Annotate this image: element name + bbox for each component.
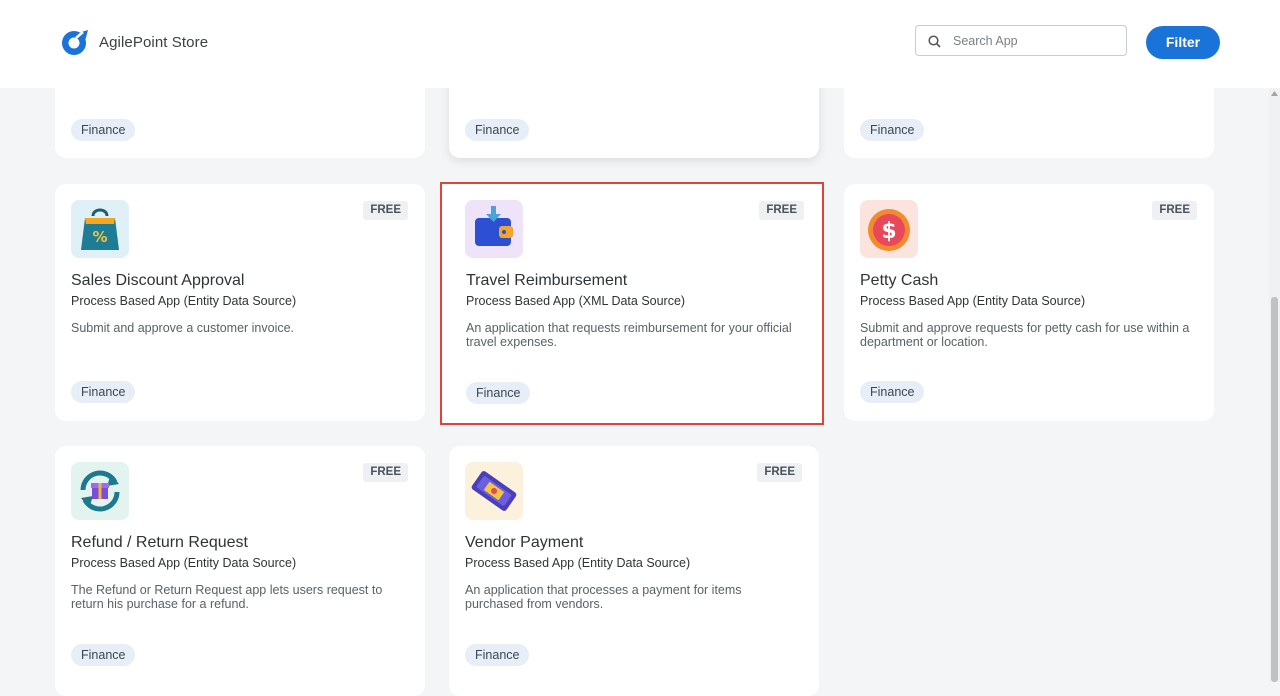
category-tag[interactable]: Finance bbox=[860, 381, 925, 403]
category-tag[interactable]: Finance bbox=[466, 382, 531, 404]
price-badge: FREE bbox=[363, 201, 408, 220]
app-card-sales-discount-approval[interactable]: % FREE Sales Discount Approval Process B… bbox=[55, 184, 425, 421]
price-badge: FREE bbox=[759, 201, 804, 220]
category-tag[interactable]: Finance bbox=[465, 119, 530, 141]
price-badge: FREE bbox=[363, 463, 408, 482]
scroll-up-arrow-icon[interactable] bbox=[1271, 90, 1278, 96]
wallet-arrow-icon bbox=[475, 206, 513, 246]
price-badge: FREE bbox=[757, 463, 802, 482]
app-title[interactable]: Travel Reimbursement bbox=[466, 272, 627, 290]
category-tag[interactable]: Finance bbox=[465, 644, 530, 666]
category-tag[interactable]: Finance bbox=[71, 644, 136, 666]
app-description: An application that processes a payment … bbox=[465, 583, 742, 611]
svg-text:$: $ bbox=[881, 219, 896, 244]
app-description: The Refund or Return Request app lets us… bbox=[71, 583, 383, 611]
gift-refresh-icon bbox=[80, 470, 120, 512]
app-icon: $ bbox=[860, 200, 918, 258]
category-tag[interactable]: Finance bbox=[71, 119, 136, 141]
app-icon bbox=[465, 200, 523, 258]
app-type: Process Based App (Entity Data Source) bbox=[465, 556, 691, 570]
app-description: An application that requests reimburseme… bbox=[466, 321, 792, 349]
app-type: Process Based App (XML Data Source) bbox=[466, 294, 686, 308]
category-tag[interactable]: Finance bbox=[860, 119, 925, 141]
app-title[interactable]: Refund / Return Request bbox=[71, 534, 248, 552]
app-description: Submit and approve a customer invoice. bbox=[71, 321, 295, 335]
search-icon bbox=[928, 35, 941, 48]
shopping-bag-percent-icon: % bbox=[81, 208, 119, 250]
app-icon: % bbox=[71, 200, 129, 258]
filter-button[interactable]: Filter bbox=[1146, 26, 1220, 59]
app-type: Process Based App (Entity Data Source) bbox=[71, 294, 297, 308]
dollar-coin-icon: $ bbox=[868, 209, 910, 251]
app-title[interactable]: Petty Cash bbox=[860, 272, 938, 290]
app-header: AgilePoint Store Filter bbox=[0, 0, 1280, 88]
brand-name[interactable]: AgilePoint Store bbox=[99, 34, 208, 51]
app-title[interactable]: Sales Discount Approval bbox=[71, 272, 244, 290]
app-icon bbox=[71, 462, 129, 520]
app-card-vendor-payment[interactable]: FREE Vendor Payment Process Based App (E… bbox=[449, 446, 819, 696]
cash-bills-icon bbox=[471, 471, 517, 511]
search-box[interactable] bbox=[915, 25, 1127, 56]
app-title[interactable]: Vendor Payment bbox=[465, 534, 583, 552]
search-input[interactable] bbox=[953, 30, 1118, 52]
agilepoint-logo-icon[interactable] bbox=[61, 29, 90, 56]
svg-text:%: % bbox=[92, 228, 107, 246]
app-type: Process Based App (Entity Data Source) bbox=[860, 294, 1086, 308]
scrollbar-thumb[interactable] bbox=[1271, 297, 1278, 682]
app-card-travel-reimbursement[interactable]: FREE Travel Reimbursement Process Based … bbox=[440, 182, 824, 425]
app-card-refund-return-request[interactable]: FREE Refund / Return Request Process Bas… bbox=[55, 446, 425, 696]
app-type: Process Based App (Entity Data Source) bbox=[71, 556, 297, 570]
price-badge: FREE bbox=[1152, 201, 1197, 220]
app-description: Submit and approve requests for petty ca… bbox=[860, 321, 1190, 349]
app-icon bbox=[465, 462, 523, 520]
category-tag[interactable]: Finance bbox=[71, 381, 136, 403]
app-card-petty-cash[interactable]: $ FREE Petty Cash Process Based App (Ent… bbox=[844, 184, 1214, 421]
